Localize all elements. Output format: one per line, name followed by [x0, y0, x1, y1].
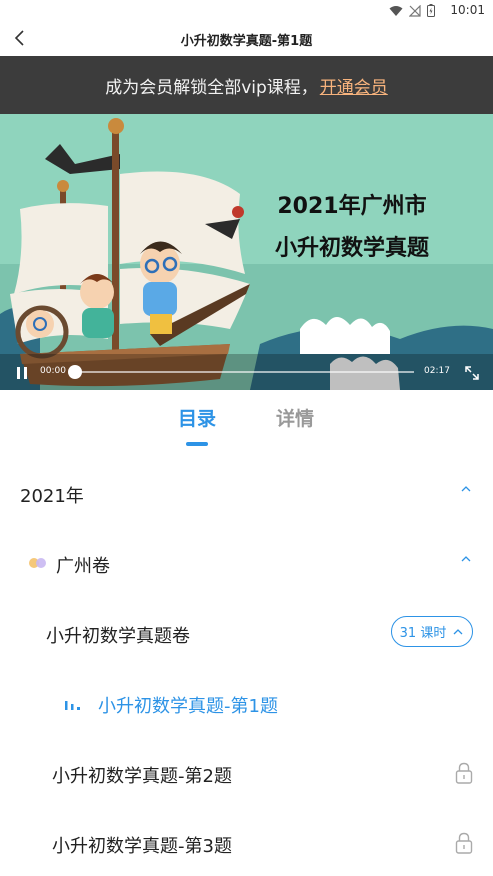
paper-title: 小升初数学真题卷 [46, 626, 190, 647]
lesson-title: 小升初数学真题-第3题 [52, 836, 232, 857]
clock: 10:01 [450, 3, 485, 17]
wifi-icon [389, 5, 403, 16]
top-navbar: 小升初数学真题-第1题 [0, 22, 493, 56]
open-membership-link[interactable]: 开通会员 [320, 73, 388, 98]
vip-banner: 成为会员解锁全部vip课程， 开通会员 [0, 56, 493, 114]
catalog-area-row[interactable]: 广州卷 [0, 530, 493, 596]
fullscreen-icon[interactable] [463, 364, 481, 382]
page-title: 小升初数学真题-第1题 [180, 34, 313, 49]
seek-bar[interactable] [74, 371, 414, 373]
content-tabs: 目录 详情 [0, 390, 493, 456]
signal-off-icon [409, 4, 421, 17]
status-bar: 10:01 [0, 0, 493, 22]
catalog-area-label: 广州卷 [56, 556, 110, 577]
lesson-item-1[interactable]: 小升初数学真题-第1题 [0, 670, 493, 736]
catalog-paper-row[interactable]: 小升初数学真题卷 31 课时 [0, 600, 493, 666]
status-icons [389, 4, 435, 17]
tab-details[interactable]: 详情 [276, 404, 314, 431]
catalog-year-label: 2021年 [20, 486, 84, 507]
lesson-title: 小升初数学真题-第2题 [52, 766, 232, 787]
lock-icon [455, 762, 473, 784]
seek-knob[interactable] [68, 365, 82, 379]
tab-catalog[interactable]: 目录 [178, 404, 216, 431]
video-cover-title-line1: 2021年广州市 [277, 194, 427, 219]
chevron-up-icon [453, 628, 463, 634]
current-time: 00:00 [40, 366, 66, 376]
catalog-year-row[interactable]: 2021年 [0, 460, 493, 526]
video-cover-title-line2: 小升初数学真题 [274, 236, 429, 261]
pause-icon[interactable] [14, 365, 30, 381]
lesson-title: 小升初数学真题-第1题 [98, 696, 278, 717]
lesson-count-label: 31 课时 [399, 626, 447, 641]
video-player[interactable]: 2021年广州市 小升初数学真题 00:00 02:17 [0, 114, 493, 390]
lesson-item-2[interactable]: 小升初数学真题-第2题 [0, 740, 493, 806]
lock-icon [455, 832, 473, 854]
video-cover-title: 2021年广州市 小升初数学真题 [257, 186, 447, 270]
video-controls: 00:00 02:17 [0, 354, 493, 390]
vip-banner-text: 成为会员解锁全部vip课程， [105, 77, 318, 98]
battery-icon [427, 4, 435, 17]
lesson-item-3[interactable]: 小升初数学真题-第3题 [0, 810, 493, 876]
chevron-up-icon [461, 556, 471, 562]
lesson-count-badge[interactable]: 31 课时 [391, 616, 473, 647]
duration: 02:17 [424, 366, 450, 376]
active-tab-indicator [186, 442, 208, 446]
area-dots-icon [29, 558, 46, 568]
now-playing-icon [65, 701, 80, 710]
chevron-up-icon [461, 486, 471, 492]
